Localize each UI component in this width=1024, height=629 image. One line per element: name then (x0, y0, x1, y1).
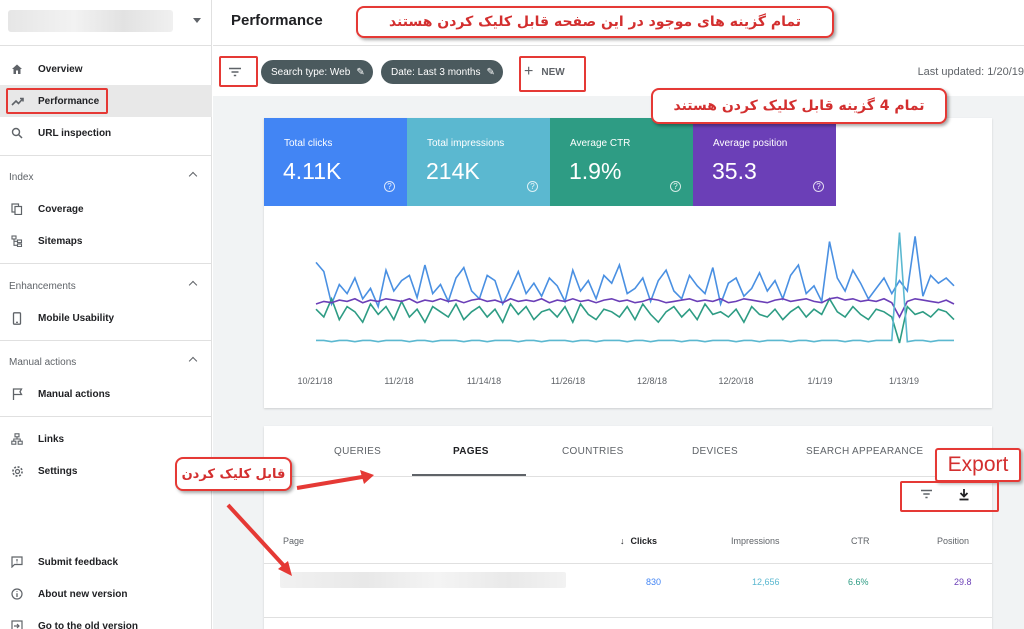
arrowhead (360, 470, 374, 484)
arrow-to-page-row (226, 503, 288, 570)
app-root: Overview Performance URL inspection Inde… (0, 0, 1024, 629)
arrow-to-tabs (296, 474, 369, 490)
annotation-arrows (226, 470, 374, 576)
